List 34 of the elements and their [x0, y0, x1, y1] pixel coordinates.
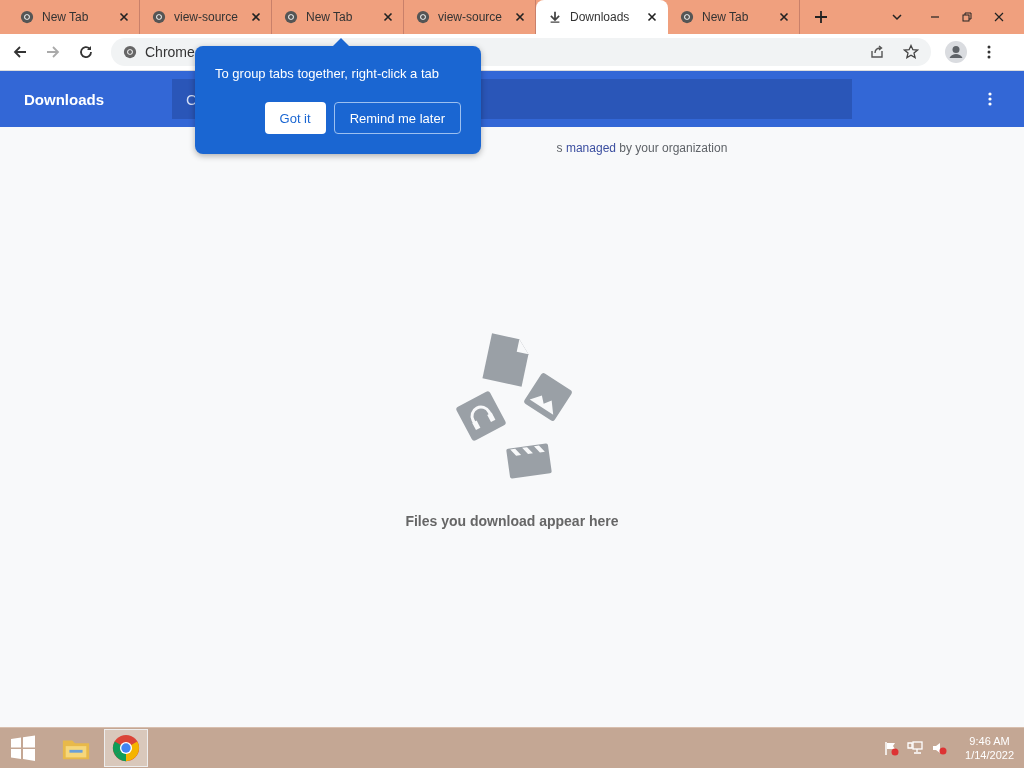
- chrome-icon: [680, 10, 694, 24]
- back-icon[interactable]: [12, 44, 28, 60]
- close-icon[interactable]: [119, 12, 129, 22]
- got-it-button[interactable]: Got it: [264, 102, 326, 134]
- reload-icon[interactable]: [78, 44, 94, 60]
- managed-link[interactable]: managed: [565, 141, 616, 155]
- page-title: Downloads: [24, 90, 105, 108]
- remind-later-button[interactable]: Remind me later: [333, 102, 461, 134]
- chrome-icon: [416, 10, 430, 24]
- chrome-icon: [123, 45, 137, 59]
- chrome-icon: [111, 733, 141, 763]
- speaker-icon[interactable]: [931, 740, 948, 756]
- windows-start-icon[interactable]: [10, 735, 36, 761]
- close-icon[interactable]: [251, 12, 261, 22]
- close-icon[interactable]: [992, 10, 1006, 24]
- browser-tab[interactable]: Downloads: [536, 0, 668, 34]
- close-icon[interactable]: [515, 12, 525, 22]
- close-icon[interactable]: [779, 12, 789, 22]
- chrome-icon: [20, 10, 34, 24]
- taskbar-app[interactable]: [104, 729, 148, 767]
- restore-icon[interactable]: [960, 10, 974, 24]
- close-icon[interactable]: [383, 12, 393, 22]
- chrome-icon: [284, 10, 298, 24]
- profile-icon[interactable]: [945, 41, 967, 63]
- star-icon[interactable]: [903, 44, 919, 60]
- chrome-icon: [152, 10, 166, 24]
- share-icon[interactable]: [869, 44, 885, 60]
- close-icon[interactable]: [647, 12, 657, 22]
- new-tab-icon[interactable]: [814, 10, 828, 24]
- tip-text: To group tabs together, right-click a tab: [215, 66, 439, 82]
- flag-icon[interactable]: [883, 740, 900, 756]
- download-icon: [548, 10, 562, 24]
- empty-message: Files you download appear here: [405, 513, 619, 529]
- managed-notice: s managed by your organization: [556, 141, 728, 155]
